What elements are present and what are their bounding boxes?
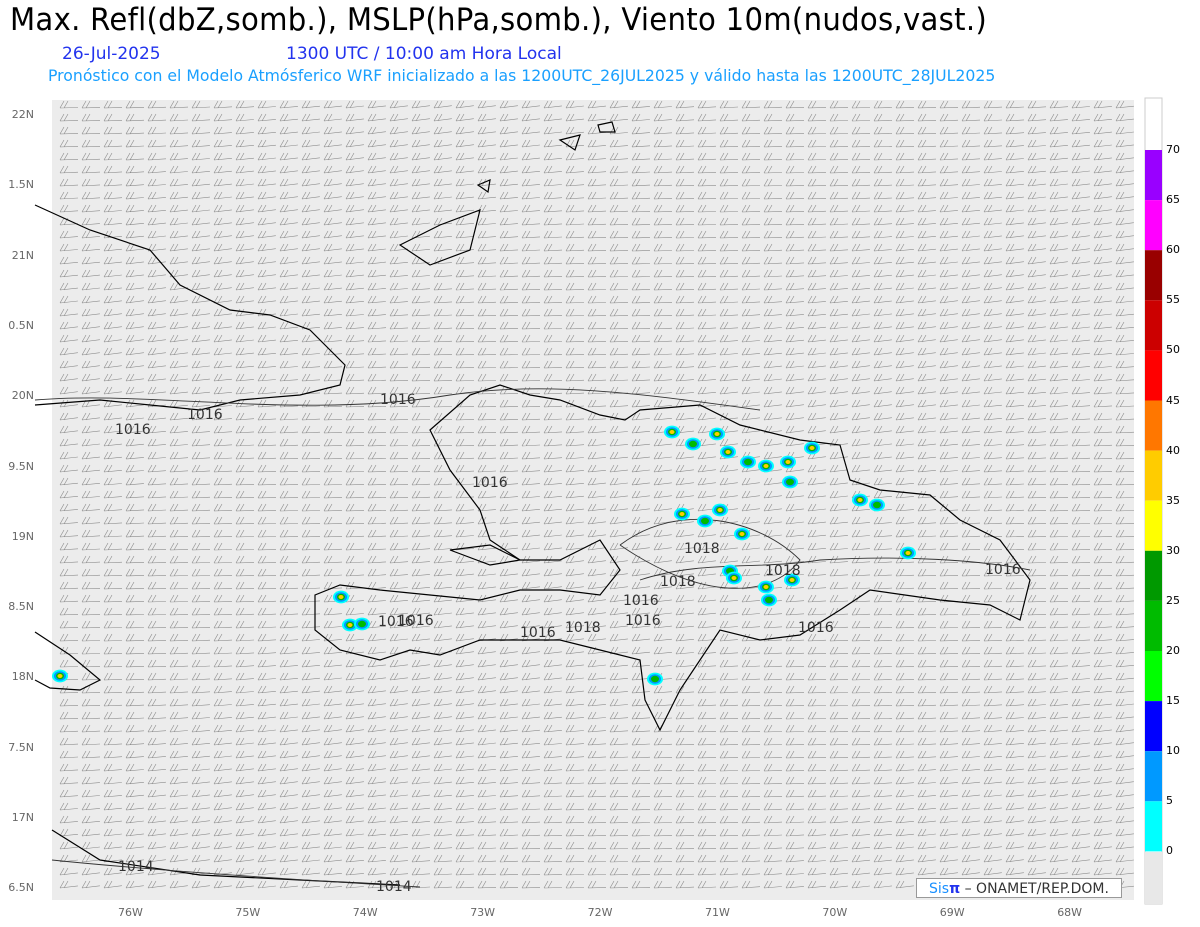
lat-label: 7.5N	[8, 740, 34, 754]
colorbar-label: 25	[1166, 593, 1180, 607]
colorbar-swatch	[1145, 350, 1162, 401]
reflectivity-cell	[905, 551, 911, 555]
map-background	[52, 100, 1134, 900]
isobar-label: 1016	[398, 613, 434, 629]
reflectivity-cell	[347, 623, 353, 627]
isobar-label: 1016	[472, 475, 508, 491]
isobar-label: 1016	[380, 392, 416, 408]
lon-label: 68W	[1057, 906, 1083, 919]
colorbar-swatch	[1145, 250, 1162, 301]
colorbar-swatch	[1145, 500, 1162, 551]
reflectivity-cell	[338, 595, 344, 599]
colorbar-label: 40	[1166, 443, 1180, 457]
reflectivity-cell	[717, 508, 723, 512]
reflectivity-cell	[765, 596, 773, 604]
colorbar-swatch	[1145, 801, 1162, 852]
reflectivity-cell	[763, 464, 769, 468]
isobar-label: 1014	[118, 859, 154, 875]
reflectivity-cell	[725, 450, 731, 454]
colorbar-label: 45	[1166, 393, 1180, 407]
colorbar-label: 65	[1166, 193, 1180, 207]
reflectivity-cell	[731, 576, 737, 580]
reflectivity-cell	[669, 430, 675, 434]
reflectivity-cell	[809, 446, 815, 450]
reflectivity-cell	[763, 585, 769, 589]
lat-label: 0.5N	[8, 318, 34, 332]
colorbar-label: 30	[1166, 543, 1180, 557]
colorbar-swatch	[1145, 300, 1162, 351]
lat-label: 1.5N	[8, 178, 34, 192]
lon-label: 72W	[587, 906, 613, 919]
isobar-label: 1016	[187, 407, 223, 423]
reflectivity-cell	[857, 498, 863, 502]
isobar-label: 1016	[115, 422, 151, 438]
colorbar-label: 20	[1166, 644, 1180, 657]
colorbar-swatch	[1145, 150, 1162, 201]
isobar-label: 1018	[765, 563, 801, 579]
colorbar-label: 10	[1166, 744, 1180, 758]
colorbar-label: 35	[1166, 493, 1180, 507]
reflectivity-cell	[785, 460, 791, 464]
isobar-label: 1014	[376, 879, 412, 895]
reflectivity-cell	[651, 675, 659, 683]
credit-pi: π	[949, 881, 961, 897]
colorbar	[1144, 97, 1163, 905]
lat-label: 22N	[11, 108, 34, 121]
colorbar-swatch	[1145, 550, 1162, 601]
isobar-label: 1016	[625, 613, 661, 629]
reflectivity-cell	[739, 532, 745, 536]
colorbar-label: 55	[1166, 293, 1180, 307]
lon-label: 69W	[939, 906, 965, 919]
isobar-label: 1016	[798, 620, 834, 636]
isobar-label: 1016	[985, 562, 1021, 578]
credit-org: – ONAMET/REP.DOM.	[964, 881, 1109, 897]
credit-sis: Sis	[929, 881, 950, 897]
credit-box: Sisπ – ONAMET/REP.DOM.	[916, 878, 1122, 898]
reflectivity-cell	[689, 440, 697, 448]
colorbar-swatch	[1145, 751, 1162, 802]
reflectivity-cell	[701, 517, 709, 525]
lon-label: 74W	[352, 906, 378, 919]
lon-label: 76W	[118, 906, 143, 919]
lon-label: 73W	[470, 906, 496, 919]
lat-label: 18N	[11, 670, 34, 684]
reflectivity-cell	[358, 620, 366, 628]
colorbar-label: 15	[1166, 694, 1180, 708]
reflectivity-cell	[873, 501, 881, 509]
colorbar-swatch	[1145, 450, 1162, 501]
lat-label: 21N	[11, 248, 34, 262]
colorbar-label: 70	[1166, 143, 1180, 156]
lat-label: 9.5N	[8, 459, 34, 473]
lon-label: 75W	[235, 906, 261, 919]
lat-label: 6.5N	[8, 881, 34, 895]
reflectivity-cell	[744, 458, 752, 466]
colorbar-label: 5	[1166, 794, 1173, 808]
lon-label: 70W	[822, 906, 848, 919]
colorbar-label: 0	[1166, 844, 1173, 858]
weather-map: 1016101610161016101610181018101810161016…	[34, 97, 1163, 905]
isobar-label: 1018	[565, 620, 601, 636]
isobar-label: 1018	[660, 574, 696, 590]
colorbar-swatch	[1145, 200, 1162, 251]
isobar-label: 1016	[623, 593, 659, 609]
isobar-label: 1016	[520, 625, 556, 641]
lon-label: 71W	[705, 906, 730, 919]
colorbar-swatch	[1145, 600, 1162, 651]
reflectivity-cell	[786, 478, 794, 486]
colorbar-label: 60	[1166, 243, 1180, 257]
colorbar-label: 50	[1166, 343, 1180, 357]
reflectivity-cell	[679, 512, 685, 516]
lat-label: 8.5N	[8, 600, 34, 614]
lat-label: 19N	[11, 529, 34, 543]
colorbar-swatch	[1145, 701, 1162, 752]
isobar-label: 1018	[684, 541, 720, 557]
reflectivity-cell	[714, 432, 720, 436]
lat-label: 20N	[11, 389, 34, 403]
lat-label: 17N	[11, 811, 34, 824]
reflectivity-cell	[57, 674, 63, 678]
colorbar-swatch	[1145, 400, 1162, 451]
colorbar-swatch	[1145, 651, 1162, 702]
